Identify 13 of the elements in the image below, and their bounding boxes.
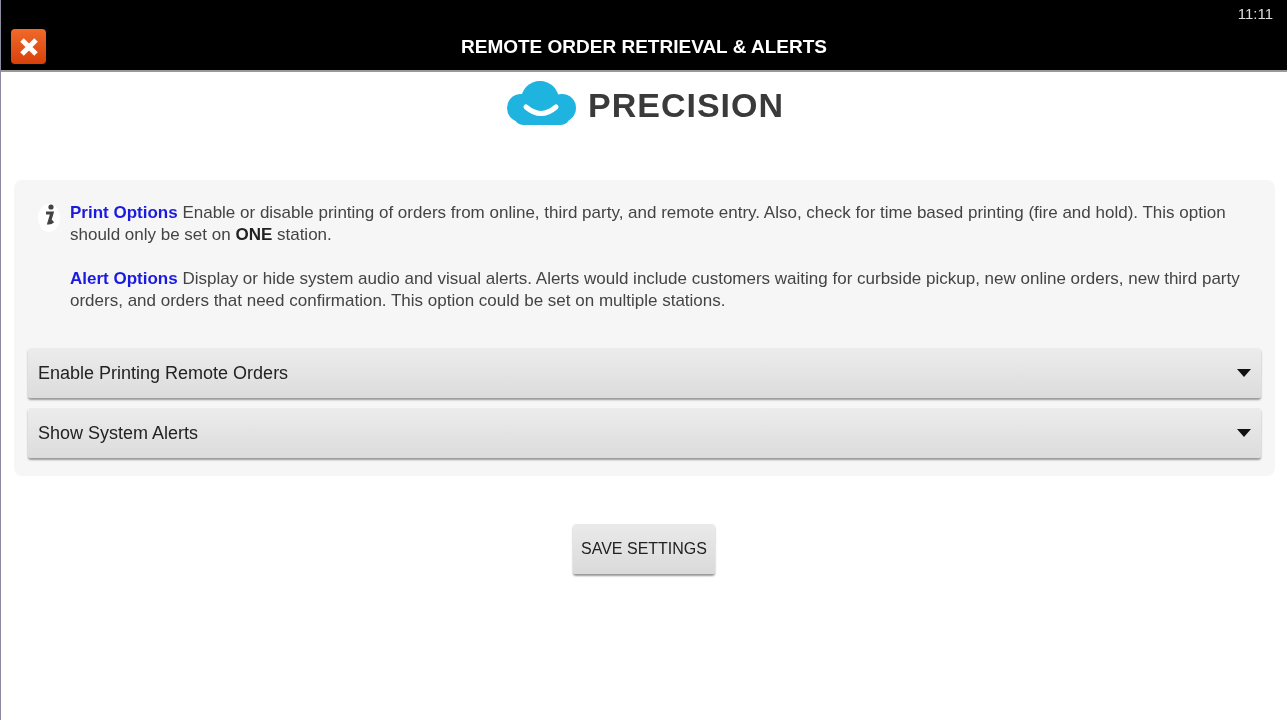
dropdown[interactable]: Show System Alerts [28, 408, 1261, 458]
caret-icon [1237, 429, 1251, 437]
close-button[interactable] [11, 29, 46, 64]
status-time: 11:11 [1237, 5, 1273, 23]
info-paragraph: Alert Options Display or hide system audio and visual alerts. Alerts would include customers waiting for curbside pickup, new online orders, new third party orders, and orders that need confirmation. This option could be set on multiple stations. [70, 268, 1241, 312]
info-icon [38, 204, 60, 232]
dropdown[interactable]: Enable Printing Remote Orders [28, 348, 1261, 398]
caret-icon [1237, 369, 1251, 377]
save-button[interactable]: SAVE SETTINGS [573, 524, 715, 574]
window-title: REMOTE ORDER RETRIEVAL & ALERTS [460, 35, 828, 58]
info-paragraph: Print Options Enable or disable printing of orders from online, third party, and remote entry. Also, check for time based printing (fire and hold). This option should only be set on ONE station. [70, 202, 1227, 246]
close-icon [18, 36, 39, 57]
logo-text: PRECISION [587, 85, 784, 125]
